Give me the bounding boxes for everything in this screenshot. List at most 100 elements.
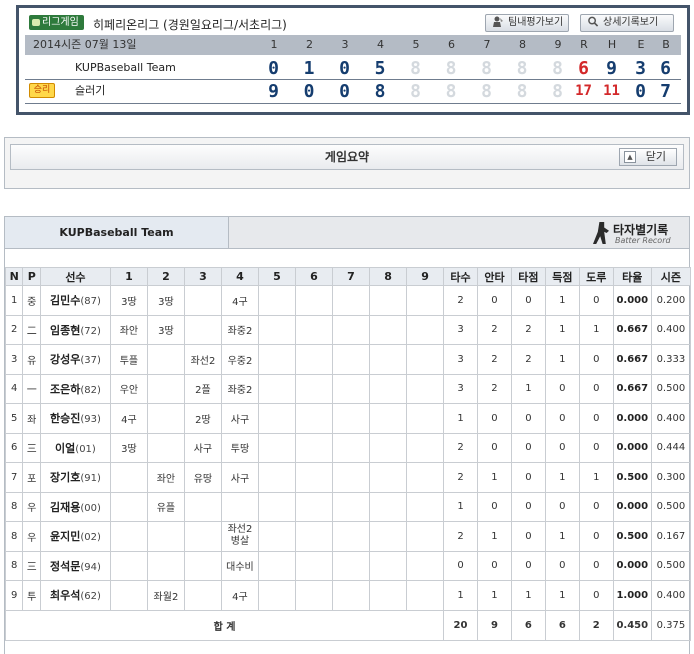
player-name-text[interactable]: 임종현	[50, 324, 80, 337]
stat-rbi: 0	[510, 403, 546, 434]
player-name[interactable]: 강성우(37)	[39, 344, 111, 375]
score-digit: 0	[339, 58, 350, 79]
team2-name: 슬러기	[75, 84, 106, 97]
column-header: 4	[220, 267, 259, 286]
inning-result	[331, 344, 371, 375]
batter-record-logo: 타자별기록 Batter Record	[591, 219, 685, 247]
table-row: 7 포 장기호(91) 좌안 유땅 사구 2 1 0 1 1 0.500 0.300	[4, 462, 692, 493]
player-name[interactable]: 정석문(94)	[39, 550, 111, 581]
position: 포	[22, 462, 41, 493]
detail-record-button[interactable]: 상세기록보기	[580, 14, 674, 32]
player-name-text[interactable]: 조은하	[50, 383, 80, 396]
player-number: (94)	[80, 561, 101, 573]
inning-result	[146, 403, 185, 434]
player-name[interactable]: 조은하(82)	[39, 373, 111, 404]
stat-ab: 3	[443, 344, 478, 375]
player-name-text[interactable]: 김재용	[50, 501, 80, 514]
batting-order: 7	[4, 462, 24, 493]
inning-result	[257, 432, 296, 463]
player-name-text[interactable]: 정석문	[50, 560, 80, 573]
score-digit: 8	[552, 81, 563, 102]
tab-team[interactable]: KUPBaseball Team	[5, 217, 229, 249]
score-digit: 8	[445, 81, 457, 102]
inning-result	[369, 580, 408, 611]
stat-h: 0	[476, 491, 512, 522]
stat-ab: 0	[443, 550, 478, 581]
inning-result: 3땅	[109, 432, 148, 463]
close-button[interactable]: ▲ 닫기	[619, 148, 677, 166]
column-header: 9	[406, 267, 445, 286]
batting-average: 0.000	[612, 403, 652, 434]
team-eval-label: 팀내평가보기	[508, 17, 564, 28]
batting-order: 3	[4, 344, 24, 375]
player-name[interactable]: 장기호(91)	[39, 462, 111, 493]
score-digit: 5	[374, 58, 386, 79]
player-name[interactable]: 최우석(62)	[39, 580, 111, 611]
total-label: 합 계	[4, 609, 445, 641]
table-row: 6 三 이얼(01) 3땅 사구 투땅 2 0 0 0 0 0.000 0.444	[4, 432, 692, 463]
inning-result	[406, 403, 445, 434]
team-eval-button[interactable]: 팀내평가보기	[485, 14, 569, 32]
inning-result	[331, 462, 371, 493]
inning-result	[257, 373, 296, 404]
season-average: 0.400	[650, 314, 692, 345]
inning-result: 3땅	[146, 314, 185, 345]
player-name-text[interactable]: 윤지민	[50, 530, 80, 543]
position: 투	[22, 580, 41, 611]
stat-r: 0	[544, 373, 580, 404]
player-name[interactable]: 김재용(00)	[39, 491, 111, 522]
player-name[interactable]: 한승진(93)	[39, 403, 111, 434]
total-season: 0.375	[650, 609, 692, 641]
player-name-text[interactable]: 최우석	[50, 589, 80, 602]
stat-h: 2	[476, 344, 512, 375]
inning-result	[369, 344, 408, 375]
player-name-text[interactable]: 장기호	[50, 471, 80, 484]
player-name[interactable]: 윤지민(02)	[39, 521, 111, 552]
player-name-text[interactable]: 한승진	[50, 412, 80, 425]
stat-r: 1	[544, 344, 580, 375]
score-digit: 0	[339, 81, 350, 102]
inning-result	[257, 344, 296, 375]
inning-result	[406, 432, 445, 463]
player-number: (93)	[80, 414, 101, 426]
player-number: (02)	[80, 532, 101, 544]
column-header: 선수	[39, 267, 111, 286]
score-digit: 17	[575, 83, 592, 99]
player-number: (91)	[80, 473, 101, 485]
stat-r: 1	[544, 285, 580, 316]
inning-result	[369, 432, 408, 463]
inning-result	[369, 462, 408, 493]
stat-r: 1	[544, 521, 580, 552]
inning-result: 사구	[183, 432, 222, 463]
batting-order: 8	[4, 491, 24, 522]
inning-result	[109, 491, 148, 522]
stat-ab: 2	[443, 462, 478, 493]
inning-result	[331, 580, 371, 611]
player-name-text[interactable]: 강성우	[50, 353, 80, 366]
batting-order: 2	[4, 314, 24, 345]
player-name-text[interactable]: 김민수	[50, 294, 80, 307]
inning-result	[257, 521, 296, 552]
score-digit: 9	[606, 58, 617, 79]
score-digit: 0	[303, 81, 315, 102]
position: 三	[22, 550, 41, 581]
inning-result: 좌중2	[220, 373, 259, 404]
inning-header: E	[637, 38, 645, 51]
summary-title: 게임요약	[324, 150, 370, 164]
inning-result: 3땅	[109, 285, 148, 316]
inning-result	[146, 550, 185, 581]
player-name-text[interactable]: 이얼	[55, 442, 75, 455]
inning-result: 2땅	[183, 403, 222, 434]
stat-r: 0	[544, 403, 580, 434]
player-name[interactable]: 김민수(87)	[39, 285, 111, 316]
inning-result	[257, 462, 296, 493]
player-name[interactable]: 임종현(72)	[39, 314, 111, 345]
team2-score-row: 승리 슬러기 9 0 0 8 8 8 8 8 8 17 11 0 7	[25, 81, 681, 101]
inning-result	[183, 285, 222, 316]
stat-ab: 1	[443, 491, 478, 522]
inning-result	[294, 580, 334, 611]
player-name[interactable]: 이얼(01)	[39, 432, 111, 463]
inning-result	[146, 344, 185, 375]
stat-rbi: 0	[510, 432, 546, 463]
batter-header-row: N P 선수 1 2 3 4 5 6 7 8 9 타수 안타 타점 득점 도루 타율 시즌	[4, 267, 692, 286]
